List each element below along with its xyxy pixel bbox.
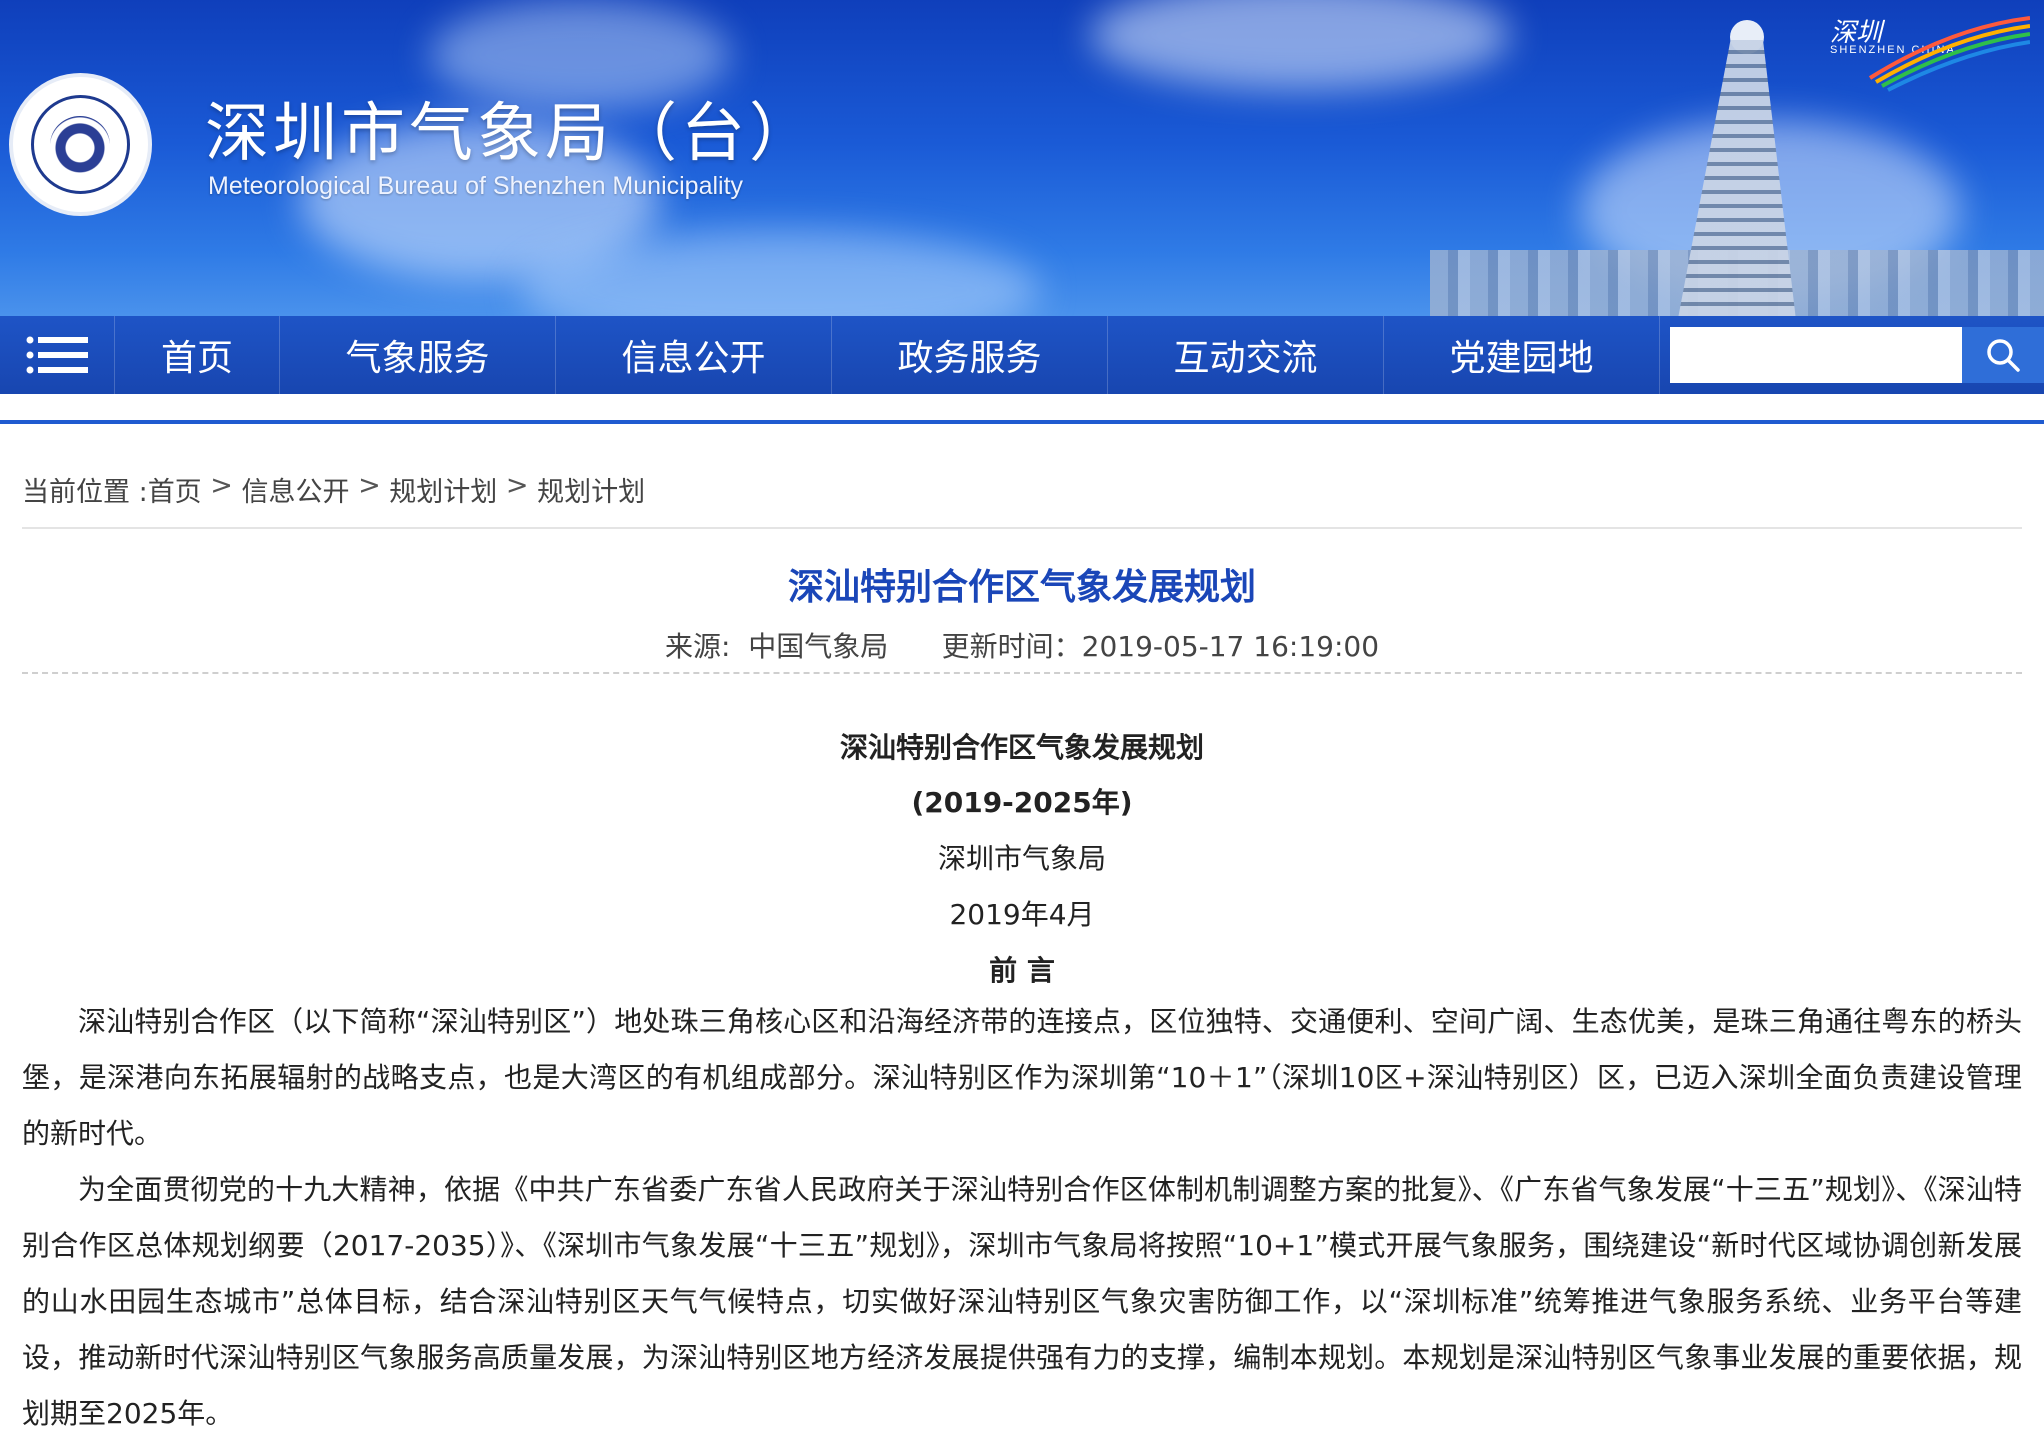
breadcrumb-separator: > [497,470,538,501]
paragraph: 深汕特别合作区（以下简称“深汕特别区”）地处珠三角核心区和沿海经济带的连接点，区… [22,1005,2022,1150]
doc-title: 深汕特别合作区气象发展规划 [839,731,1204,764]
updated-label: 更新时间： [941,630,1082,663]
site-subtitle: Meteorological Bureau of Shenzhen Munici… [208,172,744,200]
cloud-decoration [1090,0,1510,90]
nav-weather-service[interactable]: 气象服务 [280,316,556,394]
breadcrumb-divider [22,527,2022,529]
nav-home[interactable]: 首页 [115,316,280,394]
breadcrumb-separator: > [349,470,390,501]
cloud-emblem-icon [31,95,130,194]
shenzhen-city-logo: 深圳 SHENZHEN CHINA [1830,8,2030,98]
breadcrumb-info-disclosure[interactable]: 信息公开 [241,470,349,509]
search-input[interactable] [1670,327,1962,383]
section-title: 前 言 [989,954,1055,987]
doc-period: (2019-2025年) [911,786,1133,819]
source-label: 来源: [664,630,749,663]
breadcrumb: 当前位置 : 首页 > 信息公开 > 规划计划 > 规划计划 [22,470,645,509]
doc-organization: 深圳市气象局 [937,842,1106,875]
article-divider [22,672,2022,674]
nav-party-building[interactable]: 党建园地 [1384,316,1660,394]
breadcrumb-planning[interactable]: 规划计划 [389,470,497,509]
doc-date: 2019年4月 [949,898,1095,931]
breadcrumb-planning-current[interactable]: 规划计划 [537,470,645,509]
source-value: 中国气象局 [748,630,889,663]
rainbow-swoosh-icon [1868,16,2030,92]
bureau-logo[interactable] [9,73,152,216]
main-nav: 首页 气象服务 信息公开 政务服务 互动交流 党建园地 [0,316,2044,394]
breadcrumb-home[interactable]: 首页 [148,470,202,509]
menu-toggle-button[interactable] [0,316,115,394]
article-title: 深汕特别合作区气象发展规划 [787,567,1256,608]
paragraph: 为全面贯彻党的十九大精神，依据《中共广东省委广东省人民政府关于深汕特别合作区体制… [22,1173,2022,1430]
nav-government-service[interactable]: 政务服务 [832,316,1108,394]
hamburger-icon [26,336,88,374]
meta-spacer [888,630,941,663]
search-icon [1987,339,2020,372]
site-title: 深圳市气象局（台） [205,97,817,171]
nav-divider [0,420,2044,424]
search-button[interactable] [1962,327,2044,383]
breadcrumb-prefix: 当前位置 : [22,477,148,508]
header-banner: 深圳市气象局（台） Meteorological Bureau of Shenz… [0,0,2044,316]
updated-value: 2019-05-17 16:19:00 [1081,630,1380,663]
article-meta: 来源: 中国气象局 更新时间：2019-05-17 16:19:00 [0,625,2044,665]
breadcrumb-separator: > [201,470,242,501]
nav-information-disclosure[interactable]: 信息公开 [556,316,832,394]
nav-interaction[interactable]: 互动交流 [1108,316,1384,394]
